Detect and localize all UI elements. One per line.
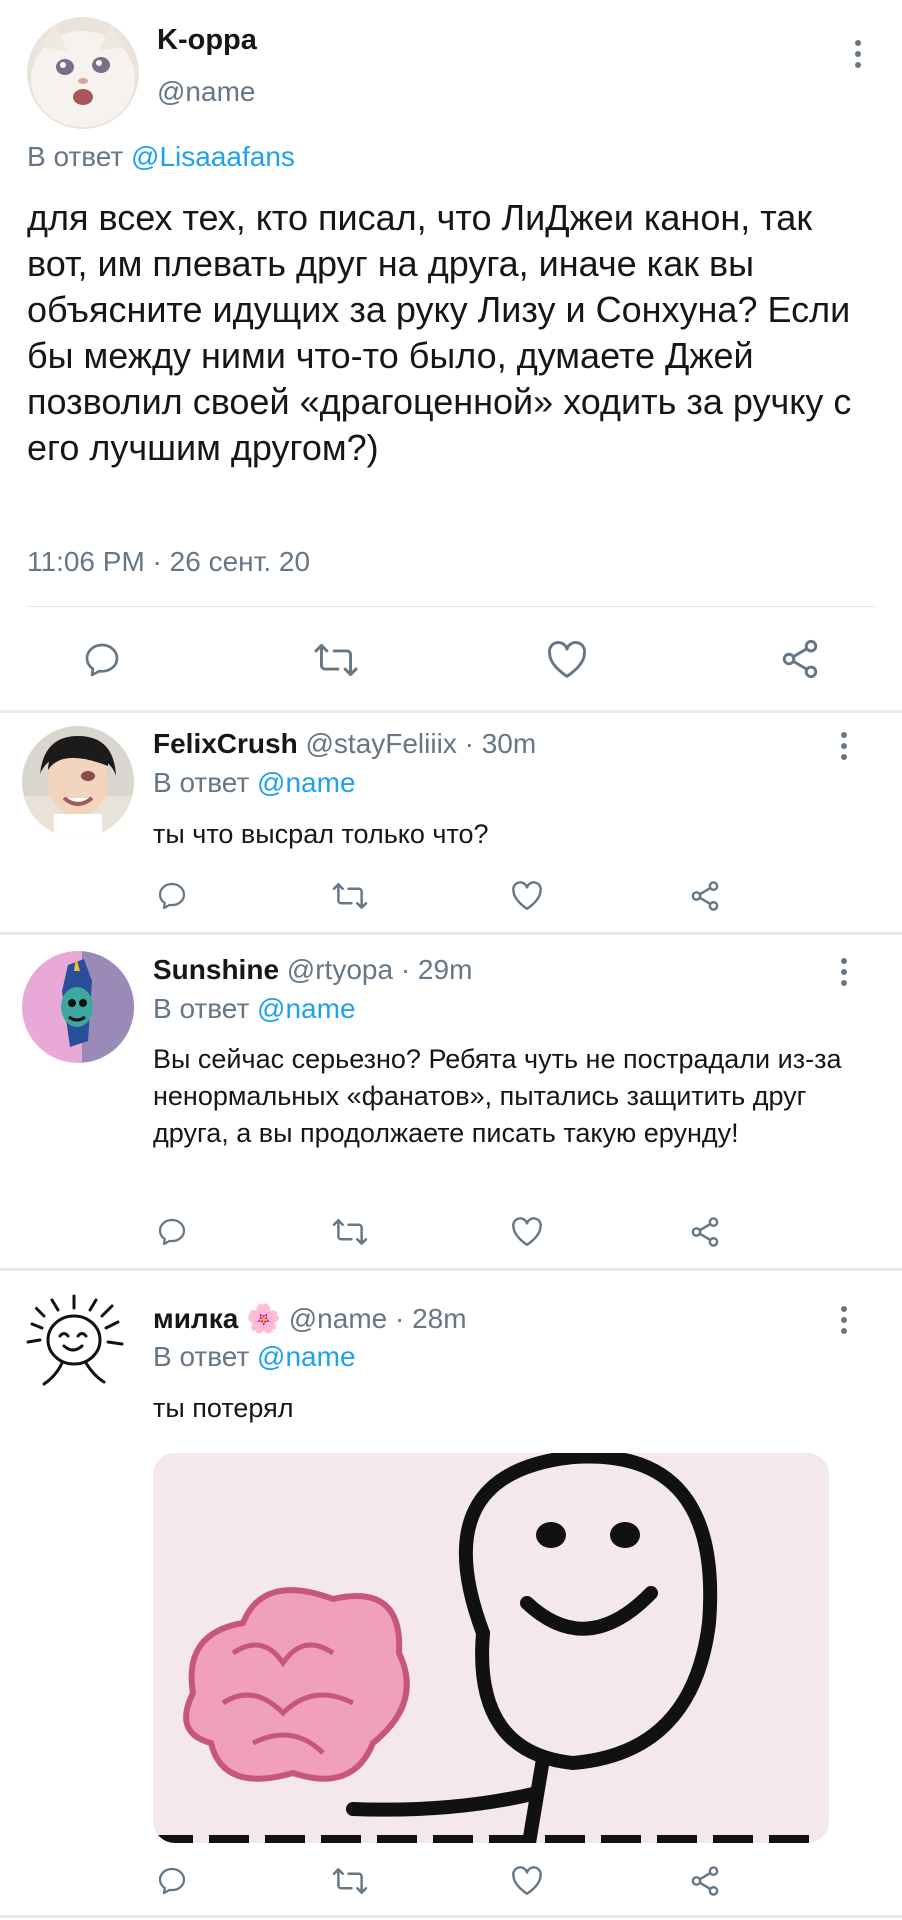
retweet-icon[interactable]: [330, 1214, 370, 1250]
main-tweet-author-handle[interactable]: @name: [157, 76, 255, 108]
share-icon[interactable]: [686, 1862, 724, 1900]
reply-text: ты потерял: [153, 1393, 294, 1423]
reply-to-link[interactable]: @name: [257, 993, 355, 1024]
reply-to-link[interactable]: @name: [257, 1341, 355, 1372]
section-separator: [0, 932, 902, 935]
reply-prefix: В ответ: [153, 993, 250, 1024]
attached-meme-image[interactable]: [153, 1453, 829, 1843]
reply-author-handle[interactable]: @name: [289, 1303, 387, 1334]
comment-bubble-icon[interactable]: [154, 878, 190, 914]
comment-bubble-icon[interactable]: [78, 638, 126, 682]
main-tweet-text: для всех тех, кто писал, что ЛиДжеи кано…: [27, 197, 852, 468]
more-vertical-icon[interactable]: [832, 1302, 856, 1338]
more-vertical-icon[interactable]: [832, 954, 856, 990]
reply-time[interactable]: · 28m: [395, 1303, 467, 1334]
reply-to-link[interactable]: @Lisaaafans: [131, 141, 295, 172]
reply-header: Sunshine @rtyopa · 29m: [153, 954, 472, 986]
main-tweet-author-name[interactable]: K-oppa: [157, 24, 257, 57]
flower-emoji: 🌸: [246, 1303, 281, 1334]
reply-context: В ответ @name: [153, 1341, 356, 1373]
section-separator: [0, 1915, 902, 1918]
retweet-icon[interactable]: [310, 638, 362, 682]
reply-header: милка 🌸 @name · 28m: [153, 1302, 467, 1335]
reply-prefix: В ответ: [27, 141, 124, 172]
reply-prefix: В ответ: [153, 767, 250, 798]
share-icon[interactable]: [686, 877, 724, 915]
reply-text: Вы сейчас серьезно? Ребята чуть не постр…: [153, 1044, 842, 1148]
reply-context: В ответ @name: [153, 993, 356, 1025]
comment-bubble-icon[interactable]: [154, 1863, 190, 1899]
reply-author-name[interactable]: Sunshine: [153, 954, 279, 985]
heart-icon[interactable]: [508, 1863, 546, 1899]
divider: [27, 606, 875, 607]
retweet-icon[interactable]: [330, 878, 370, 914]
reply-time[interactable]: · 29m: [401, 954, 473, 985]
reply-author-name[interactable]: милка: [153, 1303, 238, 1334]
heart-icon[interactable]: [508, 878, 546, 914]
reply-time[interactable]: · 30m: [465, 728, 537, 759]
reply-author-name[interactable]: FelixCrush: [153, 728, 298, 759]
reply-author-handle[interactable]: @rtyopa: [287, 954, 393, 985]
reply-text: ты что высрал только что?: [153, 819, 489, 849]
main-tweet-timestamp[interactable]: 11:06 PM · 26 сент. 20: [27, 546, 310, 578]
reply-to-link[interactable]: @name: [257, 767, 355, 798]
reply-avatar[interactable]: [22, 726, 134, 838]
heart-icon[interactable]: [543, 638, 591, 682]
main-tweet-avatar[interactable]: [27, 17, 139, 129]
reply-context: В ответ @name: [153, 767, 356, 799]
section-separator: [0, 1268, 902, 1271]
reply-avatar[interactable]: [22, 951, 134, 1063]
comment-bubble-icon[interactable]: [154, 1214, 190, 1250]
main-tweet-reply-context: В ответ @Lisaaafans: [27, 141, 295, 173]
section-separator: [0, 710, 902, 713]
retweet-icon[interactable]: [330, 1863, 370, 1899]
reply-author-handle[interactable]: @stayFeliiix: [305, 728, 456, 759]
reply-header: FelixCrush @stayFeliiix · 30m: [153, 728, 536, 760]
share-icon[interactable]: [776, 636, 824, 682]
more-vertical-icon[interactable]: [832, 728, 856, 764]
reply-avatar[interactable]: [22, 1288, 134, 1400]
reply-prefix: В ответ: [153, 1341, 250, 1372]
heart-icon[interactable]: [508, 1214, 546, 1250]
share-icon[interactable]: [686, 1213, 724, 1251]
more-vertical-icon[interactable]: [846, 36, 870, 72]
